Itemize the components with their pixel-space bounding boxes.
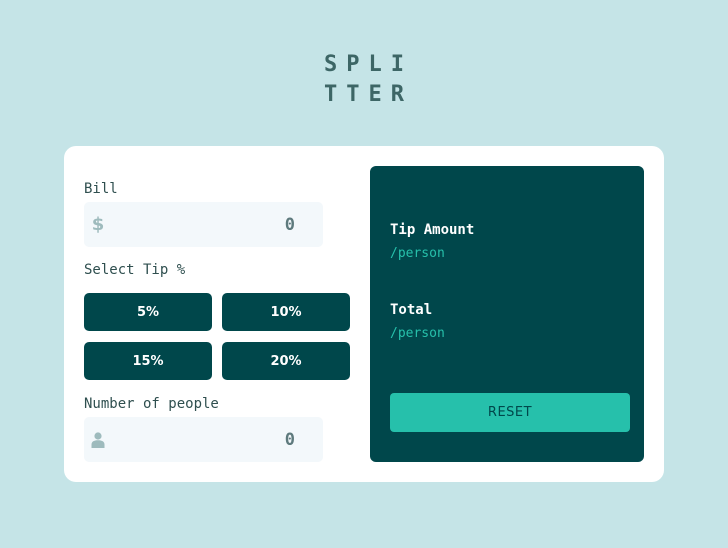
tip-15-button[interactable]: 15% (84, 342, 212, 380)
logo-line-1: SPLI (324, 52, 413, 77)
person-icon (88, 417, 108, 462)
tip-20-button[interactable]: 20% (222, 342, 350, 380)
tip-10-button[interactable]: 10% (222, 293, 350, 331)
results-panel: Tip Amount /person Total /person RESET (370, 166, 644, 462)
total-per-person: /person (390, 326, 445, 341)
tip-amount-label: Tip Amount (390, 222, 475, 238)
people-input[interactable]: 0 (84, 417, 323, 462)
bill-value: 0 (284, 214, 295, 235)
calculator-card: Bill $ 0 Select Tip % 5% 10% 15% 20% Num… (64, 146, 664, 482)
total-label: Total (390, 302, 433, 318)
dollar-icon: $ (91, 214, 105, 235)
tip-5-button[interactable]: 5% (84, 293, 212, 331)
reset-button[interactable]: RESET (390, 393, 630, 432)
logo-line-2: TTER (324, 82, 413, 107)
bill-input[interactable]: $ 0 (84, 202, 323, 247)
app-logo: SPLI TTER (0, 50, 728, 110)
tip-amount-per-person: /person (390, 246, 445, 261)
select-tip-label: Select Tip % (84, 262, 186, 278)
bill-label: Bill (84, 181, 118, 197)
people-label: Number of people (84, 396, 219, 412)
people-value: 0 (284, 429, 295, 450)
